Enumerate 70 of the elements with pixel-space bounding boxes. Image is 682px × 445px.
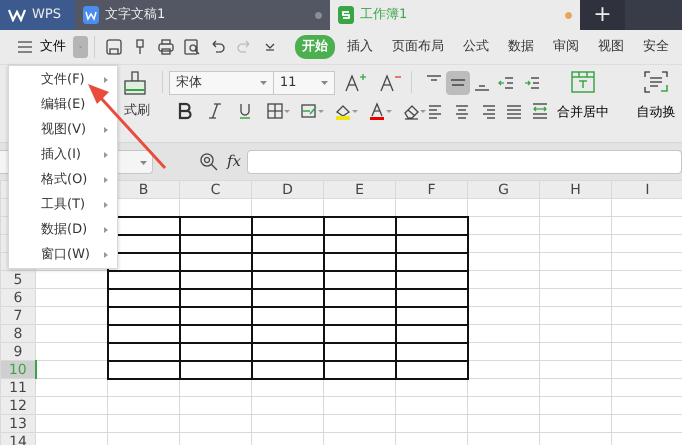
caret-icon	[318, 110, 324, 112]
toolbar-button[interactable]	[446, 71, 470, 95]
caret-icon	[420, 110, 426, 112]
align-bottom-icon	[475, 85, 489, 91]
wrap-text-button[interactable]: 自动换	[626, 71, 682, 142]
row-header[interactable]: 8	[0, 324, 36, 342]
row-header[interactable]: 9	[0, 342, 36, 360]
merge-cells-icon	[571, 71, 595, 93]
column-header[interactable]: D	[252, 180, 324, 198]
menu-icon	[18, 41, 32, 53]
decrease-font-icon	[379, 73, 402, 93]
spreadsheet-icon	[338, 6, 354, 24]
column-header[interactable]: E	[324, 180, 396, 198]
caret-icon	[386, 110, 392, 112]
ribbon-tab[interactable]: 审阅	[546, 35, 586, 59]
column-header[interactable]: H	[540, 180, 612, 198]
writer-icon	[83, 6, 99, 24]
increase-font-icon	[344, 73, 367, 93]
row-header[interactable]: 13	[0, 414, 36, 432]
caret-icon	[284, 110, 290, 112]
menu-item[interactable]: 编辑(E)	[9, 92, 117, 117]
caret-icon	[140, 160, 147, 164]
bold-icon	[176, 102, 194, 120]
ribbon-tab[interactable]: 安全	[636, 35, 676, 59]
align-top-icon	[427, 75, 441, 81]
dot-icon	[315, 12, 322, 18]
row-header[interactable]: 7	[0, 306, 36, 324]
borders-icon	[266, 102, 284, 120]
ribbon-tab[interactable]: 公式	[456, 35, 496, 59]
format-painter-label: 式刷	[124, 102, 150, 120]
wrap-text-icon	[644, 71, 668, 93]
fx-label: fx	[227, 151, 242, 172]
distribute-icon	[531, 102, 549, 120]
ribbon-tab[interactable]: 插入	[340, 35, 380, 59]
row-header[interactable]: 11	[0, 378, 36, 396]
file-menu-button[interactable]: 文件	[36, 37, 70, 57]
zoom-icon	[199, 152, 219, 172]
menu-item[interactable]: 数据(D)	[9, 217, 117, 242]
preview-icon	[183, 38, 201, 56]
save-icon	[105, 38, 123, 56]
caret-icon	[321, 81, 328, 85]
print-icon	[157, 38, 175, 56]
column-header[interactable]: I	[612, 180, 682, 198]
app-tab[interactable]: WPS	[0, 0, 75, 30]
formula-input[interactable]	[247, 150, 682, 174]
font-color-icon	[368, 102, 386, 120]
row-header[interactable]: 6	[0, 288, 36, 306]
wps-logo-icon	[8, 8, 26, 22]
row-header[interactable]: 12	[0, 396, 36, 414]
menu-item[interactable]: 文件(F)	[9, 67, 117, 92]
column-header[interactable]: C	[180, 180, 252, 198]
fill-pattern-icon	[300, 102, 318, 120]
ribbon-tab[interactable]: 视图	[591, 35, 631, 59]
ribbon-tab[interactable]: 页面布局	[385, 35, 451, 59]
dot-icon	[565, 12, 572, 18]
font-size-select[interactable]: 11	[274, 71, 335, 95]
menu-item[interactable]: 插入(I)	[9, 142, 117, 167]
app-tab[interactable]: 文字文稿1	[75, 0, 330, 30]
italic-icon	[206, 102, 224, 120]
column-header[interactable]: G	[468, 180, 540, 198]
new-tab-button[interactable]: +	[580, 0, 625, 30]
merge-center-button[interactable]: 合并居中	[548, 71, 618, 142]
ribbon-tab[interactable]: 数据	[501, 35, 541, 59]
row-header[interactable]: 5	[0, 270, 36, 288]
menu-item[interactable]: 窗口(W)	[9, 242, 117, 267]
caret-icon	[352, 110, 358, 112]
column-header[interactable]: F	[396, 180, 468, 198]
menu-item[interactable]: 视图(V)	[9, 117, 117, 142]
font-name-select[interactable]: 宋体	[169, 71, 274, 95]
caret-icon	[260, 81, 267, 85]
